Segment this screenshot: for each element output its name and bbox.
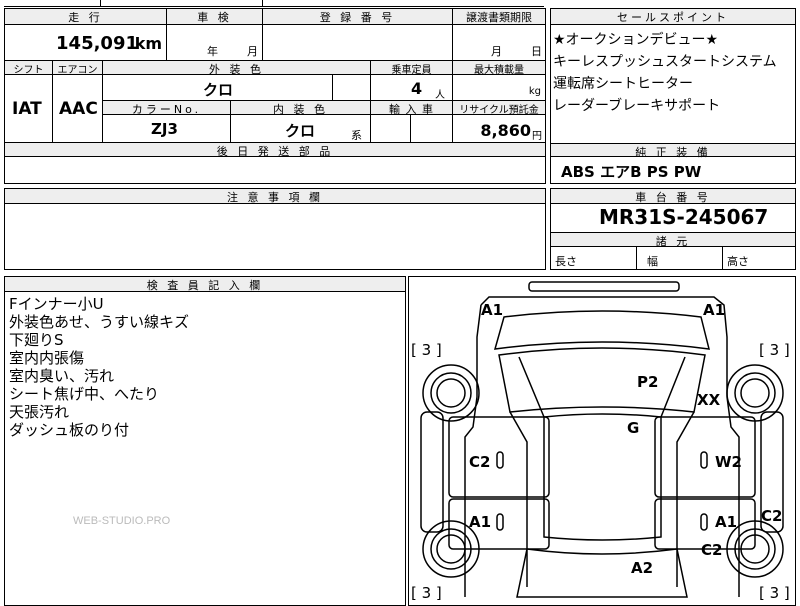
notes-label: 注 意 事 項 欄 bbox=[5, 189, 545, 204]
mileage-label: 走 行 bbox=[5, 9, 167, 25]
max-load-label: 最大積載量 bbox=[453, 61, 545, 76]
damage-mark: W2 bbox=[715, 453, 742, 471]
watermark: WEB-STUDIO.PRO bbox=[73, 515, 171, 527]
notes-box: 注 意 事 項 欄 bbox=[4, 188, 546, 270]
exterior-color-value: クロ bbox=[203, 81, 234, 99]
shift-label: シフト bbox=[5, 61, 53, 76]
inspector-note: 天張汚れ bbox=[9, 403, 70, 421]
inspector-note: 室内臭い、汚れ bbox=[9, 367, 115, 385]
parts-to-ship-label: 後 日 発 送 部 品 bbox=[5, 143, 545, 158]
transfer-day-unit: 日 bbox=[531, 45, 542, 58]
parts-to-ship-value bbox=[5, 157, 545, 183]
damage-mark: A1 bbox=[469, 513, 492, 531]
interior-color-suffix: 系 bbox=[351, 129, 362, 142]
inspector-note: ダッシュ板のり付 bbox=[9, 421, 130, 439]
inspection-year-unit: 年 bbox=[207, 45, 218, 58]
tire-tread-rear-right: [ 3 ] bbox=[759, 584, 790, 602]
import-car-label: 輸 入 車 bbox=[371, 101, 453, 116]
max-load-unit: kg bbox=[528, 86, 541, 97]
damage-mark: G bbox=[627, 419, 640, 437]
inspection-month-unit: 月 bbox=[247, 45, 258, 58]
exterior-color-label: 外 装 色 bbox=[103, 61, 371, 76]
inspector-note: シート焦げ中、へたり bbox=[9, 385, 160, 403]
dimensions-label: 諸 元 bbox=[551, 232, 795, 248]
damage-mark: A1 bbox=[703, 301, 726, 319]
mileage-value: 145,091 bbox=[56, 33, 138, 54]
registration-label: 登 録 番 号 bbox=[263, 9, 453, 25]
inspector-note: 室内内張傷 bbox=[9, 349, 85, 367]
transfer-deadline-label: 譲渡書類期限 bbox=[453, 9, 545, 25]
car-diagram-box: [ 3 ] [ 3 ] [ 3 ] [ 3 ] A1 A1 P2 XX G C2… bbox=[408, 276, 796, 606]
damage-mark: P2 bbox=[637, 373, 659, 391]
capacity-value: 4 bbox=[411, 79, 423, 98]
sales-point-item: ★オークションデビュー★ bbox=[553, 32, 719, 48]
capacity-unit: 人 bbox=[435, 90, 445, 101]
damage-mark: C2 bbox=[701, 541, 723, 559]
standard-equipment-value: ABS エアB PS PW bbox=[561, 163, 702, 181]
inspection-label: 車 検 bbox=[167, 9, 263, 25]
damage-mark: A1 bbox=[481, 301, 504, 319]
interior-color-value: クロ bbox=[285, 122, 316, 140]
height-label: 高さ bbox=[727, 255, 749, 268]
capacity-label: 乗車定員 bbox=[371, 61, 453, 76]
damage-mark: XX bbox=[697, 391, 721, 409]
damage-mark: A2 bbox=[631, 559, 654, 577]
color-no-label: カラーNo. bbox=[103, 101, 231, 116]
shift-value: IAT bbox=[12, 99, 42, 119]
mileage-unit: km bbox=[134, 34, 162, 53]
inspector-note: 外装色あせ、うすい線キズ bbox=[9, 313, 190, 331]
standard-equipment-label: 純 正 装 備 bbox=[551, 143, 795, 159]
sales-points-box: セールスポイント ★オークションデビュー★ キーレスプッシュスタートシステム 運… bbox=[550, 8, 796, 184]
inspector-notes-label: 検 査 員 記 入 欄 bbox=[5, 277, 405, 292]
tire-tread-front-right: [ 3 ] bbox=[759, 341, 790, 359]
sales-point-item: キーレスプッシュスタートシステム bbox=[553, 54, 777, 70]
inspector-note: Fインナー小U bbox=[9, 295, 104, 313]
chassis-number-label: 車 台 番 号 bbox=[551, 189, 795, 204]
transfer-month-unit: 月 bbox=[491, 45, 502, 58]
inspector-note: 下廻りS bbox=[9, 331, 64, 349]
damage-mark: C2 bbox=[469, 453, 491, 471]
damage-mark: A1 bbox=[715, 513, 738, 531]
sales-point-item: レーダーブレーキサポート bbox=[553, 98, 721, 114]
tire-tread-front-left: [ 3 ] bbox=[411, 341, 442, 359]
inspector-notes-box: 検 査 員 記 入 欄 Fインナー小U 外装色あせ、うすい線キズ 下廻りS 室内… bbox=[4, 276, 406, 606]
registration-value bbox=[263, 25, 453, 61]
vehicle-info-table: 走 行 車 検 登 録 番 号 譲渡書類期限 145,091 km 年 月 月 … bbox=[4, 8, 546, 184]
color-no-value: ZJ3 bbox=[151, 120, 178, 138]
tire-tread-rear-left: [ 3 ] bbox=[411, 584, 442, 602]
ac-value: AAC bbox=[59, 99, 98, 119]
interior-color-label: 内 装 色 bbox=[231, 101, 371, 116]
sales-points-label: セールスポイント bbox=[551, 9, 795, 25]
damage-mark: C2 bbox=[761, 507, 783, 525]
recycle-deposit-value: 8,860 bbox=[480, 121, 531, 140]
chassis-number-value: MR31S-245067 bbox=[599, 205, 769, 229]
recycle-deposit-label: リサイクル預託金 bbox=[453, 101, 545, 116]
sales-point-item: 運転席シートヒーター bbox=[553, 76, 693, 92]
ac-label: エアコン bbox=[53, 61, 103, 76]
width-label: 幅 bbox=[647, 255, 658, 268]
chassis-box: 車 台 番 号 MR31S-245067 諸 元 長さ 幅 高さ bbox=[550, 188, 796, 270]
length-label: 長さ bbox=[555, 255, 577, 268]
car-diagram bbox=[420, 281, 784, 598]
recycle-deposit-unit: 円 bbox=[532, 131, 542, 142]
